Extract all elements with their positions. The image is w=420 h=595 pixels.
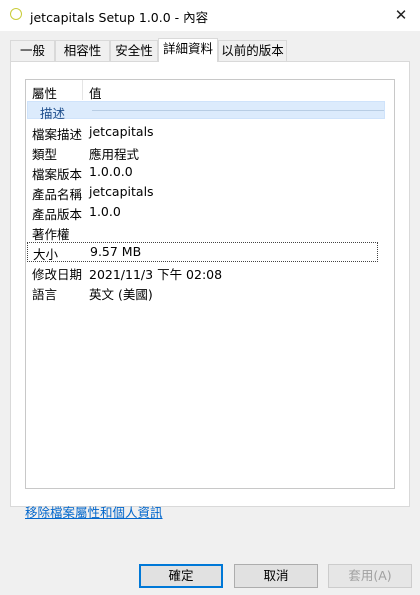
property-key: 類型 [32,147,58,162]
ok-button[interactable]: 確定 [139,564,223,588]
tab-security[interactable]: 安全性 [110,40,158,61]
property-value: 1.0.0.0 [89,164,133,179]
column-header-property[interactable]: 屬性 [32,83,57,102]
remove-properties-link[interactable]: 移除檔案屬性和個人資訊 [25,502,163,521]
property-key: 產品名稱 [32,187,83,202]
property-value: 英文 (美國) [89,287,153,302]
property-row-size[interactable]: 大小 9.57 MB [27,242,378,262]
close-button[interactable]: ✕ [382,0,420,31]
property-key: 修改日期 [32,267,83,282]
group-header-description[interactable]: 描述 [27,101,385,121]
property-value: jetcapitals [89,184,154,199]
property-value: 2021/11/3 下午 02:08 [89,267,223,282]
property-key: 語言 [32,287,58,302]
window-title: jetcapitals Setup 1.0.0 - 內容 [30,10,209,25]
cancel-button[interactable]: 取消 [234,564,318,588]
property-value: 應用程式 [89,147,140,162]
property-row-copyright[interactable]: 著作權 [26,222,394,242]
property-key: 大小 [33,247,59,262]
list-header: 屬性 值 [26,80,394,102]
property-key: 檔案版本 [32,167,83,182]
property-value: 9.57 MB [90,244,142,259]
tab-compatibility[interactable]: 相容性 [55,40,110,61]
group-label: 描述 [40,106,66,121]
title-bar: jetcapitals Setup 1.0.0 - 內容 ✕ [0,0,420,31]
app-icon [10,8,22,20]
property-value: 1.0.0 [89,204,121,219]
property-row-product-name[interactable]: 產品名稱 jetcapitals [26,182,394,202]
property-row-file-description[interactable]: 檔案描述 jetcapitals [26,122,394,142]
tab-previous-versions[interactable]: 以前的版本 [218,40,287,61]
property-row-language[interactable]: 語言 英文 (美國) [26,282,394,302]
column-header-value[interactable]: 值 [89,83,102,102]
property-key: 產品版本 [32,207,83,222]
details-list[interactable]: 屬性 值 描述 檔案描述 jetcapitals 類型 應用程式 檔案版本 1.… [25,79,395,489]
tab-general[interactable]: 一般 [10,40,55,61]
property-row-type[interactable]: 類型 應用程式 [26,142,394,162]
property-row-date-modified[interactable]: 修改日期 2021/11/3 下午 02:08 [26,262,394,282]
property-row-file-version[interactable]: 檔案版本 1.0.0.0 [26,162,394,182]
property-key: 著作權 [32,227,70,242]
group-divider-line [92,110,384,111]
column-divider[interactable] [82,80,83,100]
property-value: jetcapitals [89,124,154,139]
apply-button[interactable]: 套用(A) [328,564,412,588]
tab-details[interactable]: 詳細資料 [158,38,218,62]
property-row-product-version[interactable]: 產品版本 1.0.0 [26,202,394,222]
property-key: 檔案描述 [32,127,83,142]
